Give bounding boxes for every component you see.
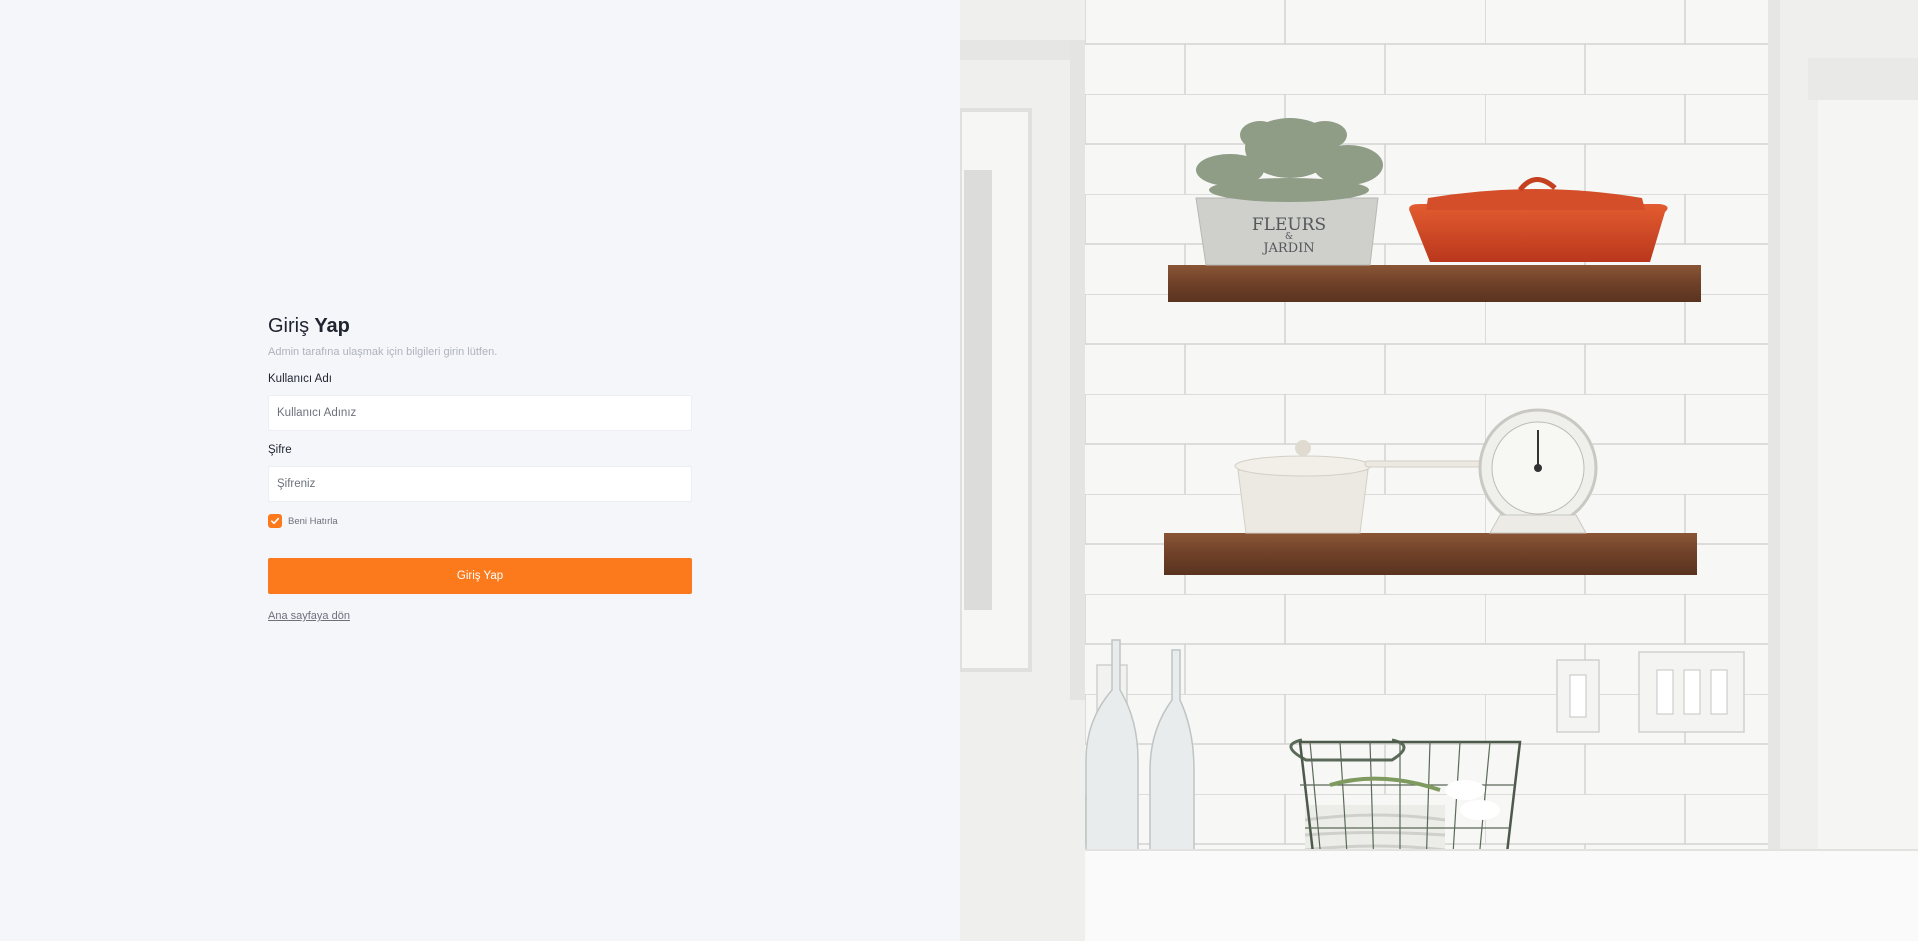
login-form: Giriş Yap Admin tarafına ulaşmak için bi… bbox=[268, 313, 692, 624]
casserole-dish bbox=[1409, 204, 1668, 262]
kitchen-photo-illustration: FLEURS & JARDIN bbox=[960, 0, 1918, 941]
saucepan bbox=[1237, 469, 1369, 534]
back-to-home-link[interactable]: Ana sayfaya dön bbox=[268, 610, 350, 622]
svg-text:JARDIN: JARDIN bbox=[1261, 241, 1314, 256]
login-button[interactable]: Giriş Yap bbox=[268, 558, 692, 594]
title-bold: Yap bbox=[314, 315, 350, 337]
password-input[interactable] bbox=[268, 466, 692, 502]
username-label: Kullanıcı Adı bbox=[268, 373, 332, 385]
page-subtitle: Admin tarafına ulaşmak için bilgileri gi… bbox=[268, 346, 498, 358]
checkmark-icon bbox=[271, 517, 280, 525]
remember-me-label: Beni Hatırla bbox=[288, 515, 338, 527]
remember-me-checkbox[interactable] bbox=[268, 514, 282, 528]
login-pane: Giriş Yap Admin tarafına ulaşmak için bi… bbox=[0, 0, 960, 941]
kitchen-shelves-photo: FLEURS & JARDIN bbox=[960, 0, 1918, 941]
password-label: Şifre bbox=[268, 444, 292, 456]
top-shelf bbox=[1168, 265, 1701, 302]
title-light: Giriş bbox=[268, 315, 310, 337]
remember-me-row: Beni Hatırla bbox=[268, 514, 692, 528]
bottom-shelf bbox=[1164, 533, 1697, 575]
username-input[interactable] bbox=[268, 395, 692, 431]
countertop bbox=[1085, 850, 1918, 941]
page-title: Giriş Yap bbox=[268, 313, 692, 339]
